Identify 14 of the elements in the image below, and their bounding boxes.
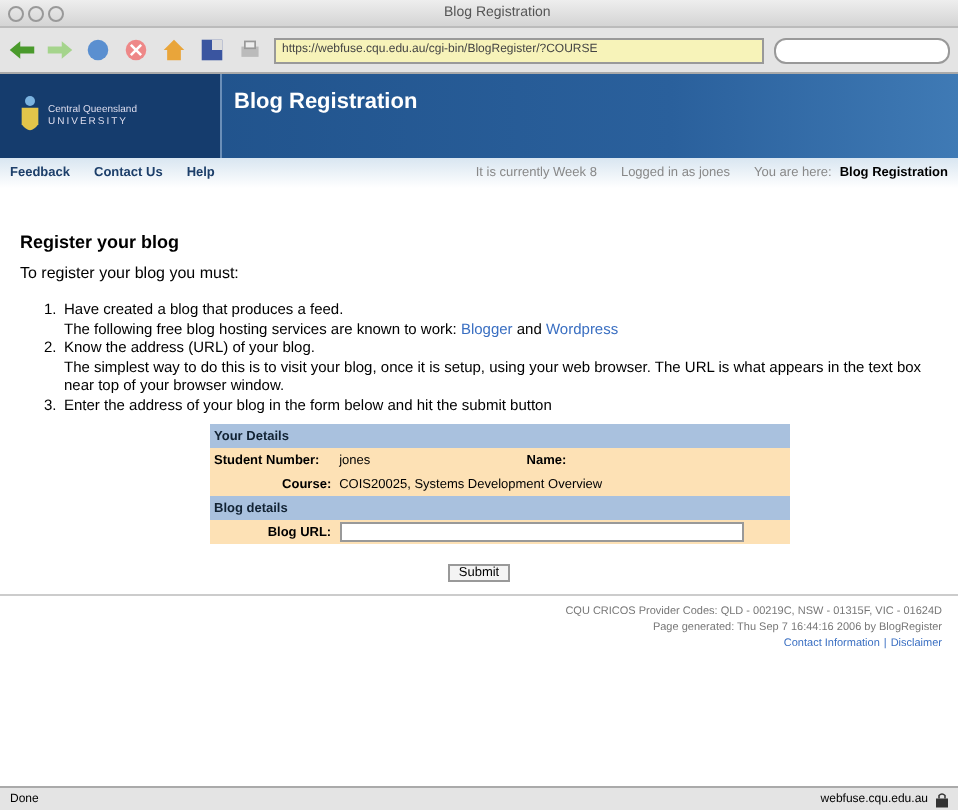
blog-url-field[interactable] — [339, 522, 744, 542]
banner-title: Blog Registration — [232, 88, 420, 118]
bookmark-icon[interactable] — [198, 38, 226, 62]
home-icon[interactable] — [160, 38, 188, 62]
reload-icon[interactable] — [84, 38, 112, 62]
lock-icon — [936, 791, 948, 807]
intro-text: To register your blog you must: — [20, 264, 241, 282]
print-icon[interactable] — [236, 38, 264, 62]
back-icon[interactable] — [8, 38, 36, 62]
page-heading: Register your blog — [20, 232, 182, 252]
forward-icon[interactable] — [46, 38, 74, 62]
stop-icon[interactable] — [122, 38, 150, 62]
search-field[interactable] — [774, 37, 950, 63]
window-controls-icon[interactable] — [8, 5, 64, 21]
